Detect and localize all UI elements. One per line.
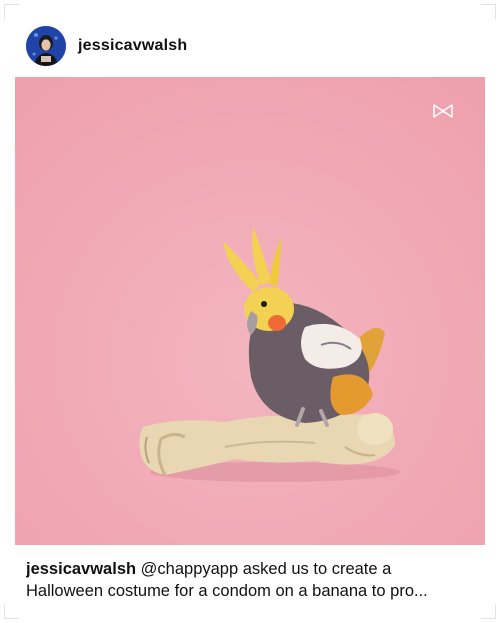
caption-text-1: @chappyapp asked us to create a xyxy=(136,560,392,578)
frame-corner xyxy=(4,4,19,19)
bow-tie-icon xyxy=(433,104,453,118)
caption-line-2: Halloween costume for a condom on a bana… xyxy=(26,580,478,602)
frame-corner xyxy=(481,4,496,19)
caption-line-1: jessicavwalsh @chappyapp asked us to cre… xyxy=(26,558,478,580)
username-link[interactable]: jessicavwalsh xyxy=(78,37,187,55)
caption-text-2: Halloween costume for a condom on a bana… xyxy=(26,582,428,600)
post-header: jessicavwalsh xyxy=(26,25,187,67)
avatar[interactable] xyxy=(26,26,66,66)
frame-corner xyxy=(4,604,19,619)
frame-corner xyxy=(481,604,496,619)
post-media[interactable] xyxy=(15,77,485,545)
avatar-image xyxy=(26,26,66,66)
caption-username-link[interactable]: jessicavwalsh xyxy=(26,560,136,578)
post-caption: jessicavwalsh @chappyapp asked us to cre… xyxy=(26,558,478,602)
cockatiel-illustration xyxy=(15,77,485,545)
